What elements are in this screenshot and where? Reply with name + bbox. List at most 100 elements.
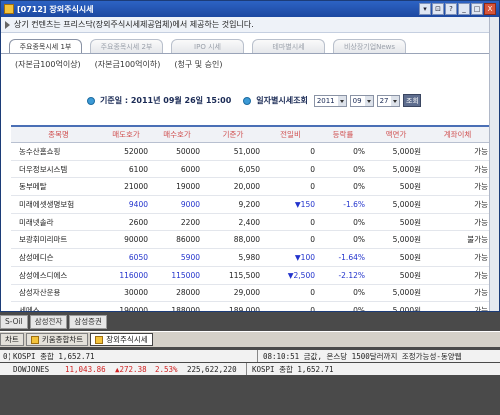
- header-change[interactable]: 전일비: [263, 129, 318, 140]
- ask-price: 21000: [124, 182, 148, 192]
- table-row[interactable]: 삼성에스디에스 116000 115000 115,500 ▼2,500 -2.12% 50…: [11, 267, 494, 285]
- header-ask[interactable]: 매도호가: [101, 129, 151, 140]
- transfer-status: 가능: [474, 182, 488, 192]
- base-price: 51,000: [233, 146, 260, 156]
- bid-price: 86000: [176, 235, 200, 245]
- month-select[interactable]: 09: [349, 94, 374, 107]
- tray-item-samsung-elec[interactable]: 삼성전자: [29, 315, 68, 329]
- tab-main-stocks-1[interactable]: 주요종목시세 1부: [9, 39, 82, 54]
- tab-ipo[interactable]: IPO 시세: [171, 39, 244, 54]
- change-rate: 0%: [353, 182, 365, 192]
- tab-main-stocks-2[interactable]: 주요종목시세 2부: [90, 39, 163, 54]
- quote-table: 종목명 매도호가 매수호가 기준가 전일비 등락률 액면가 계좌이체 농수산홈쇼…: [11, 125, 494, 312]
- tray-item-soil[interactable]: S-Oil: [0, 315, 28, 329]
- base-price: 88,000: [233, 235, 260, 245]
- stock-name: 더우정보시스템: [19, 164, 68, 174]
- change-value: 0: [310, 182, 315, 192]
- bid-price: 6000: [180, 164, 200, 174]
- stock-quote-window: [0712] 장외주식시세 ▾ ⊡ ? _ □ X 상기 컨텐츠는 프리스닥(장…: [0, 0, 500, 312]
- bullet-icon: [87, 96, 95, 105]
- change-rate: 0%: [353, 164, 365, 174]
- change-value: 0: [310, 288, 315, 298]
- vertical-scrollbar[interactable]: [489, 17, 499, 311]
- stock-name: 미래넷솔라: [19, 217, 54, 227]
- year-value: 2011: [316, 96, 335, 105]
- base-price: 5,980: [238, 252, 260, 262]
- change-value: 0: [310, 217, 315, 227]
- tray-item-samsung-sec[interactable]: 삼성증권: [69, 315, 107, 329]
- transfer-status: 가능: [474, 164, 488, 174]
- change-rate: 0%: [353, 235, 365, 245]
- query-button[interactable]: 조회: [403, 94, 422, 107]
- window-title: [0712] 장외주식시세: [17, 4, 94, 14]
- ticker-row-1: 0) KOSPI 종합 1,652.71 08:10:51 금값, 온스당 15…: [0, 350, 500, 362]
- chevron-down-icon[interactable]: [391, 95, 400, 106]
- ticker-dow-volume: 225,622,220: [187, 364, 237, 374]
- header-rate[interactable]: 등락률: [318, 129, 368, 140]
- day-select[interactable]: 27: [376, 94, 401, 107]
- ticker-news[interactable]: 08:10:51 금값, 온스당 1500달러까지 조정가능성-동양웹: [260, 351, 500, 362]
- header-par[interactable]: 액면가: [368, 129, 424, 140]
- table-row[interactable]: 삼성메디슨 6050 5900 5,980 ▼100 -1.64% 500원 가능: [11, 249, 494, 267]
- ask-price: 190000: [119, 306, 148, 312]
- ticker-dow-rate: 2.53%: [155, 364, 178, 374]
- year-select[interactable]: 2011: [313, 94, 347, 107]
- change-rate: -2.12%: [338, 270, 365, 280]
- transfer-status: 가능: [474, 306, 488, 312]
- table-row[interactable]: 동부메탈 21000 19000 20,000 0 0% 500원 가능: [11, 178, 494, 197]
- par-value: 5,000원: [392, 235, 421, 245]
- table-row[interactable]: 미래넷솔라 2600 2200 2,400 0 0% 500원 가능: [11, 214, 494, 232]
- stock-name: 동부메탈: [19, 182, 47, 192]
- day-value: 27: [379, 96, 389, 105]
- header-bid[interactable]: 매수호가: [151, 129, 203, 140]
- change-value: 0: [310, 306, 315, 312]
- title-bar[interactable]: [0712] 장외주식시세 ▾ ⊡ ? _ □ X: [1, 1, 499, 17]
- base-price: 9,200: [238, 199, 260, 209]
- par-value: 500원: [399, 182, 421, 192]
- tab-theme[interactable]: 테마별시세: [252, 39, 325, 54]
- menu-dropdown-button[interactable]: ▾: [419, 3, 431, 15]
- task-stock-label: 장외주식시세: [106, 335, 148, 344]
- base-price: 115,500: [228, 270, 260, 280]
- tab-unlisted-news[interactable]: 비상장기업News: [333, 39, 406, 54]
- table-row[interactable]: 더우정보시스템 6100 6000 6,050 0 0% 5,000원 가능: [11, 161, 494, 179]
- close-button[interactable]: X: [484, 3, 496, 15]
- stock-name: 미래에셋생명보험: [19, 199, 75, 209]
- bid-price: 2200: [180, 217, 200, 227]
- help-button[interactable]: ?: [445, 3, 457, 15]
- header-base[interactable]: 기준가: [203, 129, 263, 140]
- subtab-filed-approved[interactable]: (청구 및 승인): [174, 59, 222, 70]
- task-stock-quote[interactable]: 장외주식시세: [90, 333, 153, 346]
- bid-price: 19000: [176, 182, 200, 192]
- header-transfer[interactable]: 계좌이체: [424, 129, 494, 140]
- table-row[interactable]: 보광휘미리마트 90000 86000 88,000 0 0% 5,000원 불가능: [11, 231, 494, 250]
- change-value: ▼2,500: [287, 270, 315, 280]
- par-value: 500원: [399, 270, 421, 280]
- table-row[interactable]: 농수산홈쇼핑 52000 50000 51,000 0 0% 5,000원 가능: [11, 143, 494, 161]
- table-row[interactable]: 세메스 190000 188000 189,000 0 0% 5,000원 가능: [11, 302, 494, 312]
- chevron-down-icon[interactable]: [337, 95, 346, 106]
- minimize-button[interactable]: _: [458, 3, 470, 15]
- subtab-capital-over-10b[interactable]: (자본금100억이상): [15, 59, 81, 70]
- bid-price: 9000: [180, 199, 200, 209]
- window-taskbar: 차트 키움종합차트 장외주식시세: [0, 331, 500, 347]
- chevron-down-icon[interactable]: [364, 95, 373, 106]
- month-value: 09: [352, 96, 362, 105]
- ticker-dow-value: 11,043.86: [65, 364, 106, 374]
- link-button[interactable]: ⊡: [432, 3, 444, 15]
- maximize-button[interactable]: □: [471, 3, 483, 15]
- app-icon: [4, 4, 14, 14]
- table-header-row: 종목명 매도호가 매수호가 기준가 전일비 등락률 액면가 계좌이체: [11, 127, 494, 143]
- table-row[interactable]: 삼성자산운용 30000 28000 29,000 0 0% 5,000원 가능: [11, 285, 494, 303]
- bullet-icon: [243, 96, 252, 105]
- task-chart[interactable]: 차트: [0, 333, 24, 346]
- table-row[interactable]: 미래에셋생명보험 9400 9000 9,200 ▼150 -1.6% 5,000원 가능: [11, 196, 494, 214]
- task-kiwoom-chart[interactable]: 키움종합차트: [25, 333, 89, 346]
- ask-price: 52000: [124, 146, 148, 156]
- transfer-status: 가능: [474, 146, 488, 156]
- par-value: 500원: [399, 252, 421, 262]
- par-value: 5,000원: [392, 199, 421, 209]
- subtab-capital-under-10b[interactable]: (자본금100억이하): [95, 59, 161, 70]
- header-name[interactable]: 종목명: [11, 129, 101, 140]
- bid-price: 5900: [180, 252, 200, 262]
